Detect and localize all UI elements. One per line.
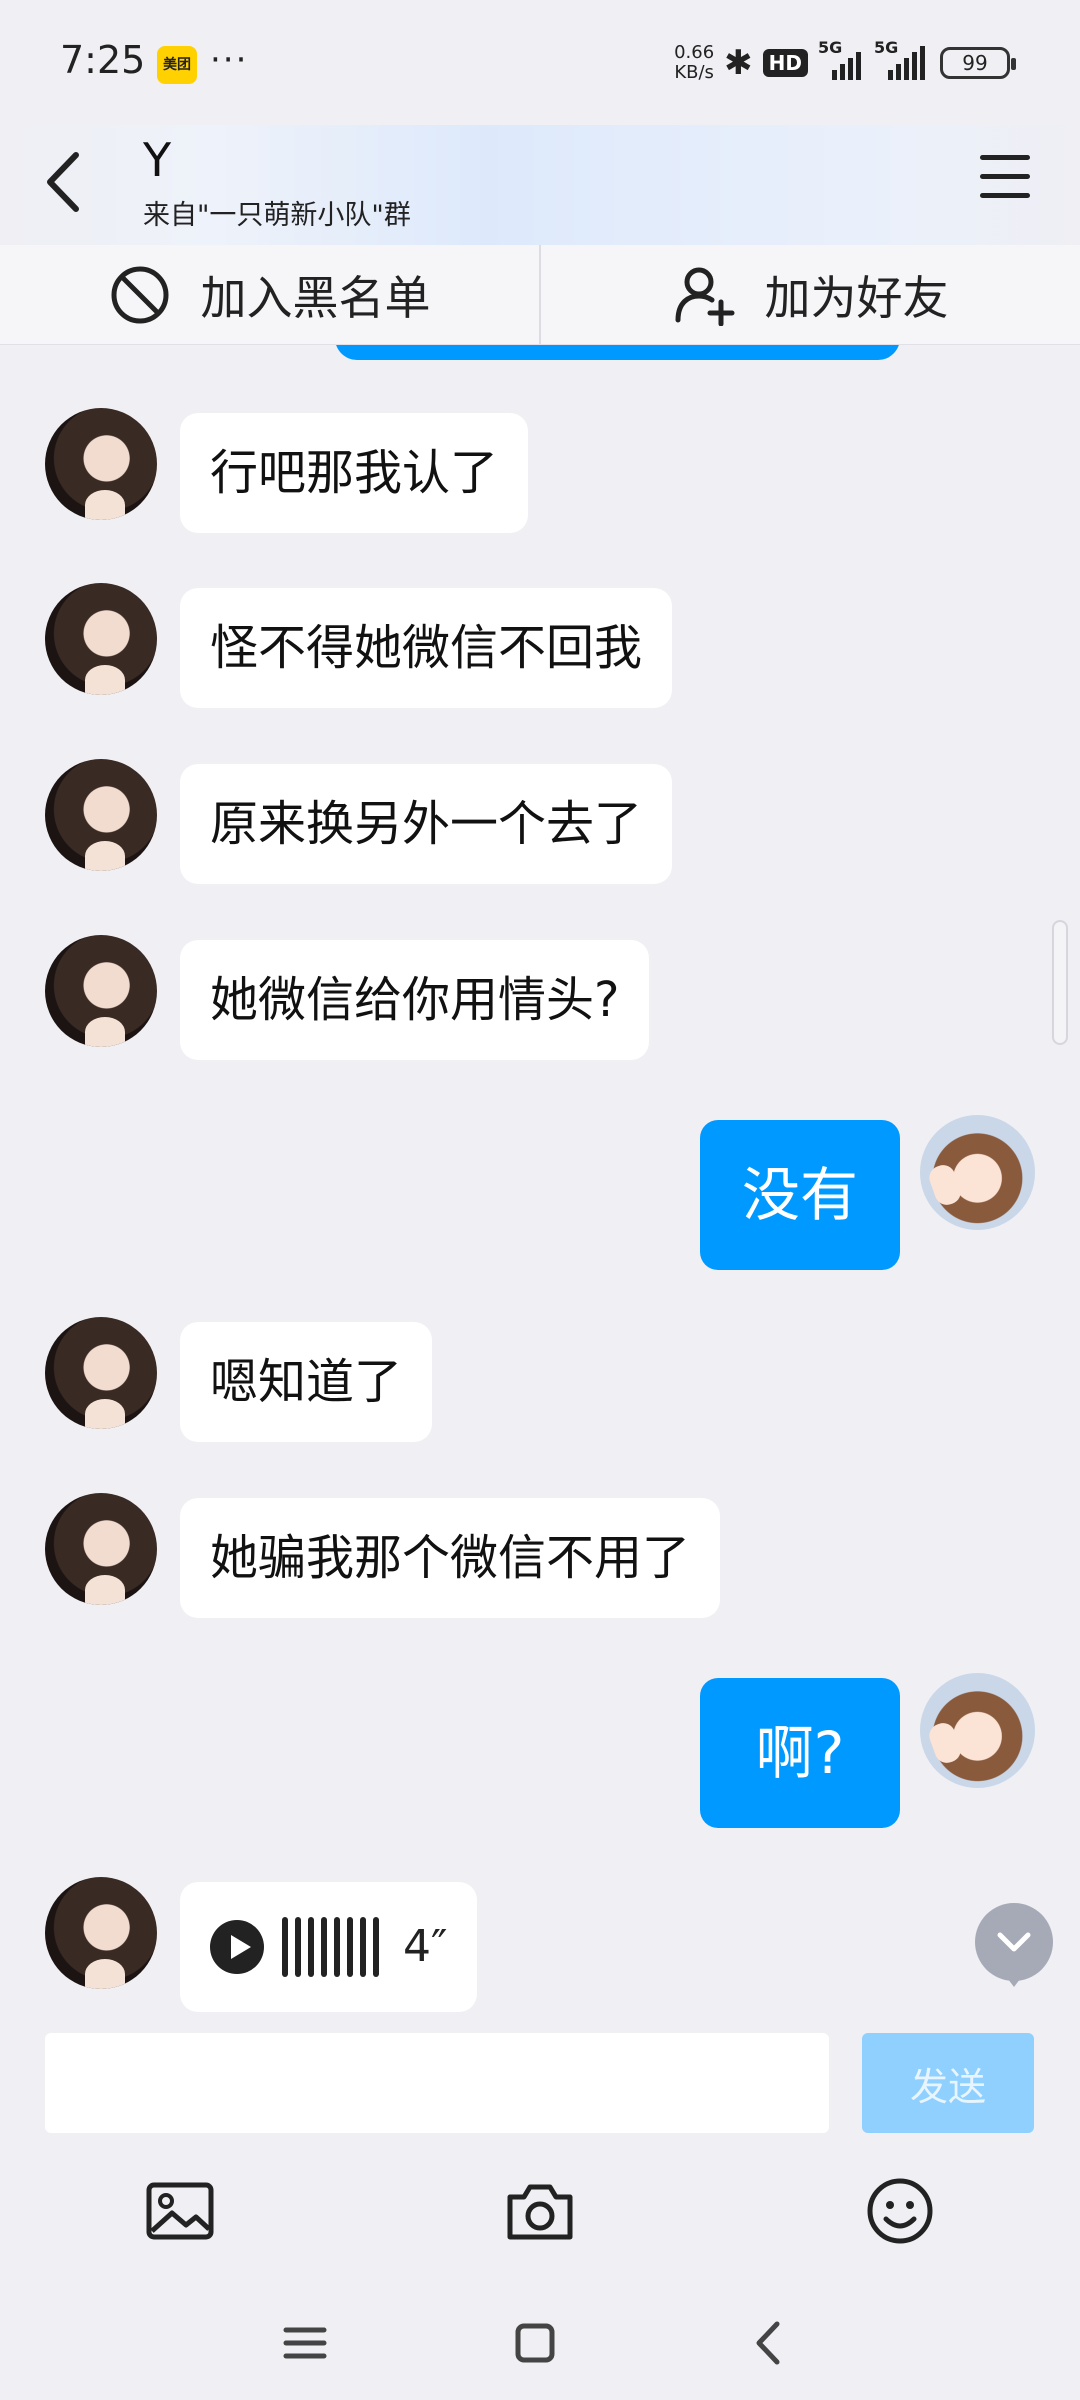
- emoji-icon[interactable]: [864, 2175, 936, 2247]
- status-bar: 7:25 美团 ··· 0.66 KB/s ✱ HD 5G 5G 99: [0, 0, 1080, 125]
- play-icon[interactable]: [210, 1920, 264, 1974]
- my-avatar[interactable]: [920, 1115, 1035, 1230]
- message-bubble[interactable]: 怪不得她微信不回我: [180, 588, 673, 708]
- contact-avatar[interactable]: [45, 759, 157, 871]
- hd-voice-icon: HD: [762, 49, 808, 77]
- contact-avatar[interactable]: [45, 1493, 157, 1605]
- message-list[interactable]: 行吧那我认了 怪不得她微信不回我 原来换另外一个去了 她微信给你用情头? 没有 …: [0, 345, 1080, 2015]
- contact-avatar[interactable]: [45, 408, 157, 520]
- block-icon: [111, 266, 168, 323]
- system-nav-bar: [0, 2280, 1080, 2400]
- contact-avatar[interactable]: [45, 583, 157, 695]
- blacklist-label: 加入黑名单: [200, 270, 431, 325]
- network-speed: 0.66 KB/s: [674, 42, 715, 83]
- menu-icon[interactable]: [980, 155, 1030, 201]
- stranger-action-bar: 加入黑名单 加为好友: [0, 245, 1080, 345]
- previous-message-bubble[interactable]: [335, 345, 900, 360]
- message-bubble[interactable]: 她微信给你用情头?: [180, 940, 650, 1060]
- message-input[interactable]: [45, 2033, 829, 2133]
- my-avatar[interactable]: [920, 1673, 1035, 1788]
- meituan-app-icon: 美团: [157, 46, 197, 84]
- input-bar: 发送: [0, 2015, 1080, 2140]
- chat-header: Y 来自"一只萌新小队"群: [0, 125, 1080, 245]
- add-friend-label: 加为好友: [764, 270, 949, 325]
- scrollbar-thumb[interactable]: [1052, 920, 1068, 1045]
- voice-message-bubble[interactable]: 4″: [180, 1882, 478, 2012]
- signal-icon: 5G: [818, 38, 864, 80]
- scroll-to-bottom-button[interactable]: [975, 1903, 1053, 1987]
- message-bubble[interactable]: 原来换另外一个去了: [180, 764, 673, 884]
- contact-avatar[interactable]: [45, 1317, 157, 1429]
- message-bubble[interactable]: 嗯知道了: [180, 1322, 433, 1442]
- more-notifications-icon: ···: [210, 40, 249, 80]
- my-message-bubble[interactable]: 没有: [700, 1120, 900, 1270]
- contact-avatar[interactable]: [45, 935, 157, 1047]
- image-icon[interactable]: [144, 2175, 216, 2247]
- add-user-icon: [675, 267, 734, 326]
- back-icon[interactable]: [745, 2318, 795, 2368]
- contact-name: Y: [143, 133, 172, 187]
- waveform-icon: [282, 1917, 379, 1977]
- bluetooth-icon: ✱: [724, 43, 753, 83]
- recent-apps-icon[interactable]: [280, 2318, 330, 2368]
- contact-source: 来自"一只萌新小队"群: [143, 200, 411, 231]
- signal-icon-2: 5G: [874, 38, 930, 80]
- message-bubble[interactable]: 她骗我那个微信不用了: [180, 1498, 721, 1618]
- back-arrow-icon[interactable]: [40, 147, 90, 217]
- my-message-bubble[interactable]: 啊?: [700, 1678, 900, 1828]
- input-toolbar: [0, 2140, 1080, 2280]
- battery-icon: 99: [940, 47, 1016, 79]
- status-time: 7:25: [60, 38, 146, 82]
- home-icon[interactable]: [510, 2318, 560, 2368]
- add-friend-button[interactable]: 加为好友: [539, 245, 1080, 344]
- blacklist-button[interactable]: 加入黑名单: [0, 245, 539, 344]
- message-bubble[interactable]: 行吧那我认了: [180, 413, 529, 533]
- status-indicators: 0.66 KB/s ✱ HD 5G 5G 99: [674, 38, 1016, 88]
- send-button[interactable]: 发送: [862, 2033, 1034, 2133]
- chevron-down-icon: [997, 1932, 1031, 1952]
- voice-duration: 4″: [403, 1921, 448, 1972]
- camera-icon[interactable]: [504, 2175, 576, 2247]
- contact-avatar[interactable]: [45, 1877, 157, 1989]
